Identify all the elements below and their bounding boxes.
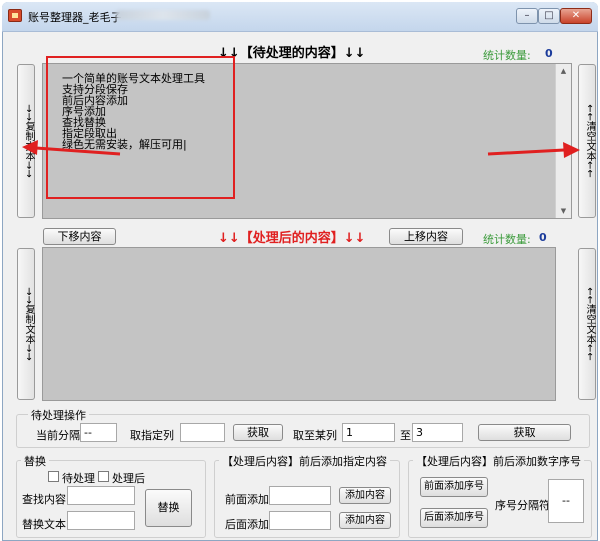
replace-group-label: 替换 xyxy=(21,453,49,469)
pending-ops-label: 待处理操作 xyxy=(28,407,89,423)
bottom-count-label: 统计数量: xyxy=(483,233,531,246)
replace-input[interactable] xyxy=(67,511,135,530)
range-to-input[interactable]: 3 xyxy=(412,423,463,442)
separator-input[interactable]: -- xyxy=(80,423,117,442)
separator-label: 当前分隔 xyxy=(36,429,80,442)
range-to-label: 至 xyxy=(400,429,411,442)
number-separator-input[interactable]: -- xyxy=(548,479,584,523)
number-separator-label: 序号分隔符 xyxy=(495,499,550,512)
replace-label: 替换文本 xyxy=(22,518,66,531)
back-number-button[interactable]: 后面添加序号 xyxy=(420,508,488,528)
front-add-input[interactable] xyxy=(269,486,331,505)
annotation-right-arrow xyxy=(487,142,580,158)
scroll-down-icon[interactable]: ▼ xyxy=(556,207,571,215)
column-input[interactable] xyxy=(180,423,225,442)
front-add-button[interactable]: 添加内容 xyxy=(339,487,391,504)
move-up-button[interactable]: 上移内容 xyxy=(389,228,463,245)
back-add-label: 后面添加 xyxy=(225,518,269,531)
bottom-count-value: 0 xyxy=(539,231,547,244)
top-count-label: 统计数量: xyxy=(483,49,531,62)
close-button[interactable]: ✕ xyxy=(560,8,592,24)
clear-text-button-bottom[interactable]: ←←清空文本←← xyxy=(578,248,596,400)
clear-text-label: ←←清空文本←← xyxy=(584,287,595,361)
processed-checkbox-label: 处理后 xyxy=(112,472,145,485)
window-title: 账号整理器_老毛子 xyxy=(28,11,122,24)
back-add-button[interactable]: 添加内容 xyxy=(339,512,391,529)
pending-checkbox-label: 待处理 xyxy=(62,472,95,485)
find-input[interactable] xyxy=(67,486,135,505)
copy-text-label: →→复制文本→→ xyxy=(23,287,34,361)
find-label: 查找内容 xyxy=(22,493,66,506)
app-icon xyxy=(8,9,22,22)
annotation-left-arrow xyxy=(22,140,121,156)
add-number-group-label: 【处理后内容】前后添加数字序号 xyxy=(413,453,584,469)
processed-content-textarea[interactable] xyxy=(42,247,556,401)
annotation-highlight-box xyxy=(46,56,235,199)
front-add-label: 前面添加 xyxy=(225,493,269,506)
scroll-up-icon[interactable]: ▲ xyxy=(556,67,571,75)
blurred-title-region xyxy=(116,10,210,20)
back-add-input[interactable] xyxy=(269,511,331,530)
get-column-button[interactable]: 获取 xyxy=(233,424,283,441)
replace-button[interactable]: 替换 xyxy=(145,489,192,527)
processed-content-heading: ↓↓【处理后的内容】↓↓ xyxy=(218,231,366,246)
processed-checkbox[interactable] xyxy=(98,471,109,482)
top-count-value: 0 xyxy=(545,47,553,60)
pending-content-heading: ↓↓【待处理的内容】↓↓ xyxy=(218,46,366,61)
move-down-button[interactable]: 下移内容 xyxy=(43,228,116,245)
minimize-button[interactable]: – xyxy=(516,8,538,24)
add-content-group-label: 【处理后内容】前后添加指定内容 xyxy=(219,453,390,469)
pending-checkbox[interactable] xyxy=(48,471,59,482)
column-label: 取指定列 xyxy=(130,429,174,442)
maximize-button[interactable]: □ xyxy=(538,8,560,24)
range-from-input[interactable]: 1 xyxy=(342,423,395,442)
get-range-button[interactable]: 获取 xyxy=(478,424,571,441)
front-number-button[interactable]: 前面添加序号 xyxy=(420,477,488,497)
copy-text-button-bottom[interactable]: →→复制文本→→ xyxy=(17,248,35,400)
range-label: 取至某列 xyxy=(293,429,337,442)
